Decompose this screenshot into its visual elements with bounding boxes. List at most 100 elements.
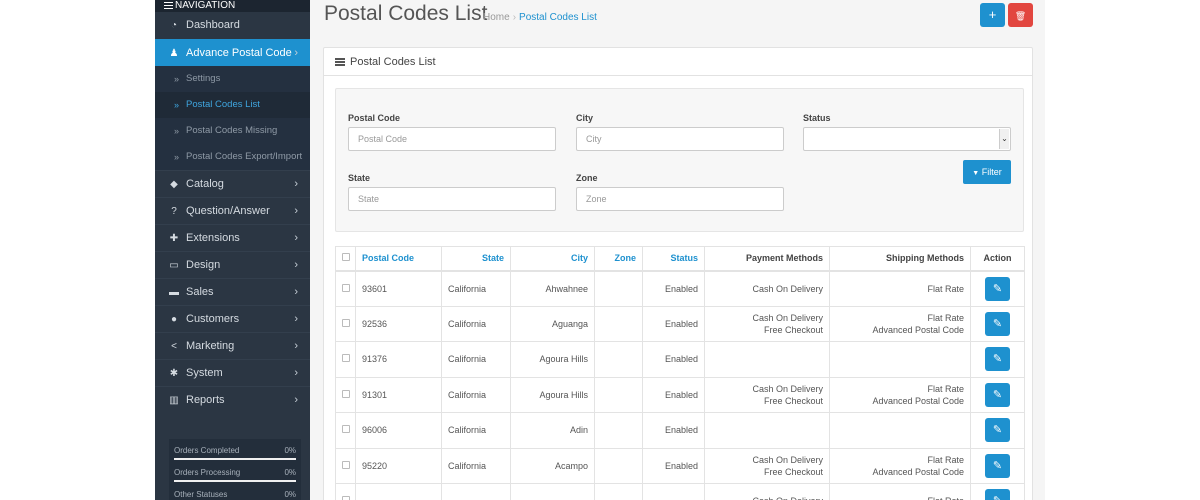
stat-row: Orders Completed 0% bbox=[174, 443, 296, 465]
edit-button[interactable]: ✎ bbox=[985, 418, 1010, 443]
payment-method: Cash On Delivery bbox=[752, 312, 823, 323]
edit-button[interactable]: ✎ bbox=[985, 489, 1010, 500]
monitor-icon: ▭ bbox=[169, 260, 179, 271]
cog-icon: ✱ bbox=[169, 368, 179, 379]
zone-input[interactable]: Zone bbox=[576, 187, 784, 211]
sidebar-item-system[interactable]: ✱ System › bbox=[155, 359, 310, 386]
double-chevron-right-icon: » bbox=[174, 74, 180, 84]
cell-shipping-methods: Flat Rate Advanced Postal Code bbox=[829, 376, 971, 413]
payment-method: Cash On Delivery bbox=[711, 495, 823, 500]
share-icon: < bbox=[171, 341, 177, 352]
cell-postal-code: 92536 bbox=[355, 305, 442, 342]
cell-state: California bbox=[441, 376, 511, 413]
cell-zone bbox=[594, 483, 643, 500]
cell-status: Enabled bbox=[642, 376, 705, 413]
row-select-cell bbox=[335, 447, 356, 484]
sidebar-item-catalog[interactable]: ◆ Catalog › bbox=[155, 170, 310, 197]
submenu-item-postal-codes-missing[interactable]: » Postal Codes Missing bbox=[155, 118, 310, 144]
sidebar-item-extensions[interactable]: ✚ Extensions › bbox=[155, 224, 310, 251]
double-chevron-right-icon: » bbox=[174, 100, 180, 110]
cell-zone bbox=[594, 412, 643, 449]
sidebar-item-advance-postal-code[interactable]: ♟ Advance Postal Code › bbox=[155, 39, 310, 66]
edit-button[interactable]: ✎ bbox=[985, 453, 1010, 478]
submenu-item-label: Settings bbox=[186, 73, 221, 84]
chevron-right-icon: › bbox=[294, 205, 298, 217]
row-checkbox[interactable] bbox=[342, 283, 350, 292]
edit-button[interactable]: ✎ bbox=[985, 311, 1010, 336]
sidebar-item-reports[interactable]: ▥ Reports › bbox=[155, 386, 310, 413]
sidebar-item-marketing[interactable]: < Marketing › bbox=[155, 332, 310, 359]
filter-button-label: Filter bbox=[981, 167, 1002, 177]
cell-state: California bbox=[441, 412, 511, 449]
submenu-item-postal-codes-export-import[interactable]: » Postal Codes Export/Import bbox=[155, 144, 310, 170]
table-row: Cash On Delivery Flat Rate ✎ bbox=[335, 483, 1025, 500]
sidebar-item-label: Extensions bbox=[186, 232, 240, 244]
row-checkbox[interactable] bbox=[342, 318, 350, 327]
breadcrumb-current[interactable]: Postal Codes List bbox=[519, 12, 597, 23]
breadcrumb: Home › Postal Codes List bbox=[483, 12, 597, 23]
row-checkbox[interactable] bbox=[342, 496, 350, 500]
edit-button[interactable]: ✎ bbox=[985, 382, 1010, 407]
zone-label: Zone bbox=[576, 173, 598, 183]
cell-postal-code: 95220 bbox=[355, 447, 442, 484]
cell-payment-methods: Cash On Delivery Free Checkout bbox=[704, 305, 830, 342]
customer-icon: ● bbox=[170, 314, 178, 325]
row-checkbox[interactable] bbox=[342, 389, 350, 398]
cell-state: California bbox=[441, 447, 511, 484]
chevron-right-icon: › bbox=[294, 340, 298, 352]
row-select-cell bbox=[335, 376, 356, 413]
cell-action: ✎ bbox=[970, 447, 1025, 484]
sidebar-item-design[interactable]: ▭ Design › bbox=[155, 251, 310, 278]
sidebar-item-customers[interactable]: ● Customers › bbox=[155, 305, 310, 332]
cell-shipping-methods: Flat Rate Advanced Postal Code bbox=[829, 305, 971, 342]
cell-payment-methods: Cash On Delivery Free Checkout bbox=[704, 376, 830, 413]
chevron-right-icon: › bbox=[294, 394, 298, 406]
edit-button[interactable]: ✎ bbox=[985, 276, 1010, 301]
cell-city: Agoura Hills bbox=[510, 341, 595, 378]
row-checkbox[interactable] bbox=[342, 354, 350, 363]
page-right-margin bbox=[1045, 0, 1200, 500]
breadcrumb-home[interactable]: Home bbox=[483, 12, 510, 23]
submenu-item-settings[interactable]: » Settings bbox=[155, 66, 310, 92]
cell-state: California bbox=[441, 270, 511, 307]
sidebar-item-question-answer[interactable]: ? Question/Answer › bbox=[155, 197, 310, 224]
cell-shipping-methods bbox=[829, 412, 971, 449]
pencil-icon: ✎ bbox=[992, 388, 1003, 401]
panel-heading: Postal Codes List bbox=[324, 48, 1032, 76]
cell-status bbox=[642, 483, 705, 500]
col-state[interactable]: State bbox=[441, 246, 511, 272]
col-postal-code[interactable]: Postal Code bbox=[355, 246, 442, 272]
row-checkbox[interactable] bbox=[342, 425, 350, 434]
sidebar-item-sales[interactable]: ▬ Sales › bbox=[155, 278, 310, 305]
sidebar-item-dashboard[interactable]: ◔ Dashboard bbox=[155, 12, 310, 39]
app-root: NAVIGATION ◔ Dashboard ♟ Advance Postal Cod… bbox=[0, 0, 1200, 500]
col-zone[interactable]: Zone bbox=[594, 246, 643, 272]
cell-postal-code: 91301 bbox=[355, 376, 442, 413]
order-stats: Orders Completed 0% Orders Processing 0% Oth… bbox=[169, 439, 301, 500]
chevron-down-icon: ⌄ bbox=[999, 129, 1009, 149]
col-status[interactable]: Status bbox=[642, 246, 705, 272]
stat-value: 0% bbox=[284, 468, 296, 477]
status-select[interactable]: ⌄ bbox=[803, 127, 1011, 151]
city-input[interactable]: City bbox=[576, 127, 784, 151]
cell-city: Acampo bbox=[510, 447, 595, 484]
shipping-method: Flat Rate bbox=[927, 283, 964, 294]
page-title: Postal Codes List bbox=[324, 2, 488, 25]
postal-code-input[interactable]: Postal Code bbox=[348, 127, 556, 151]
row-checkbox[interactable] bbox=[342, 460, 350, 469]
stat-row: Other Statuses 0% bbox=[174, 487, 296, 500]
state-label: State bbox=[348, 173, 371, 183]
col-shipping-methods: Shipping Methods bbox=[829, 246, 971, 272]
payment-method: Cash On Delivery bbox=[752, 454, 823, 465]
col-city[interactable]: City bbox=[510, 246, 595, 272]
postal-codes-panel: Postal Codes List Postal Code Postal Cod… bbox=[323, 47, 1033, 500]
add-button[interactable]: + bbox=[980, 3, 1005, 27]
edit-button[interactable]: ✎ bbox=[985, 347, 1010, 372]
state-input[interactable]: State bbox=[348, 187, 556, 211]
filter-button[interactable]: ▼ Filter bbox=[963, 160, 1011, 184]
delete-button[interactable]: 🗑 bbox=[1008, 3, 1033, 27]
select-all-checkbox[interactable] bbox=[342, 253, 350, 262]
submenu-item-postal-codes-list[interactable]: » Postal Codes List bbox=[155, 92, 310, 118]
hamburger-icon[interactable] bbox=[164, 0, 173, 11]
cell-postal-code: 91376 bbox=[355, 341, 442, 378]
